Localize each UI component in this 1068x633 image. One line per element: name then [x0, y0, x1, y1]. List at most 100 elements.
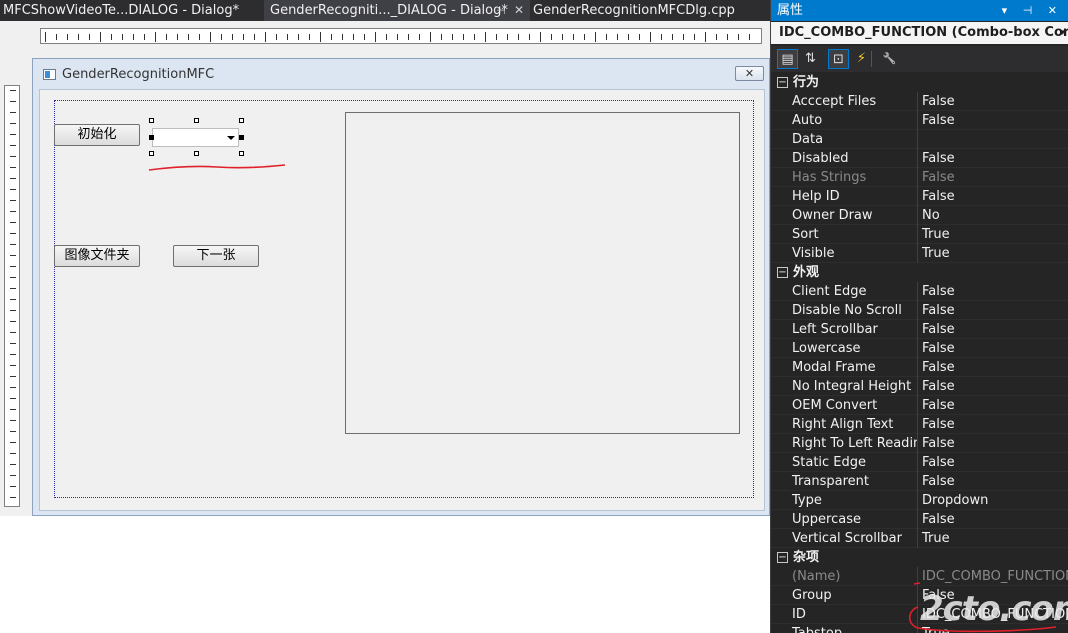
property-value[interactable]: False: [919, 453, 1068, 472]
wrench-icon[interactable]: 🔧: [879, 49, 900, 69]
property-name: Type: [791, 491, 918, 510]
selection-handle[interactable]: [194, 118, 199, 123]
property-row[interactable]: Vertical Scrollbar True: [771, 529, 1068, 548]
dialog-app-icon: [43, 69, 56, 80]
property-name: Sort: [791, 225, 918, 244]
selection-handle[interactable]: [194, 151, 199, 156]
tab-mfcshowvideo-dialog[interactable]: MFCShowVideoTe...DIALOG - Dialog*: [0, 0, 264, 21]
property-value[interactable]: True: [919, 244, 1068, 263]
dialog-close-button[interactable]: ✕: [735, 66, 764, 81]
property-value[interactable]: False: [919, 320, 1068, 339]
property-value[interactable]: True: [919, 529, 1068, 548]
property-row[interactable]: Acccept Files False: [771, 92, 1068, 111]
property-row[interactable]: Disable No Scroll False: [771, 301, 1068, 320]
property-value[interactable]: False: [919, 92, 1068, 111]
property-row[interactable]: Auto False: [771, 111, 1068, 130]
property-category[interactable]: − 外观: [771, 263, 1068, 282]
tab-genderrecognition-dialog[interactable]: GenderRecogniti..._DIALOG - Dialog* ⊣ ✕: [264, 0, 530, 21]
function-combobox[interactable]: [152, 128, 239, 147]
property-row[interactable]: Transparent False: [771, 472, 1068, 491]
init-button[interactable]: 初始化: [54, 124, 140, 146]
vertical-ruler[interactable]: [4, 85, 20, 507]
alphabetical-icon[interactable]: ⇅: [800, 49, 821, 69]
property-name: Static Edge: [791, 453, 918, 472]
property-value[interactable]: False: [919, 377, 1068, 396]
property-value[interactable]: False: [919, 472, 1068, 491]
property-category[interactable]: − 杂项: [771, 548, 1068, 567]
properties-icon[interactable]: ⊡: [828, 49, 849, 69]
selection-handle[interactable]: [239, 135, 244, 140]
collapse-icon[interactable]: −: [777, 77, 788, 88]
property-value[interactable]: False: [919, 301, 1068, 320]
property-row[interactable]: Right Align Text False: [771, 415, 1068, 434]
object-selector[interactable]: IDC_COMBO_FUNCTION (Combo-box Control ▾: [771, 22, 1068, 44]
image-folder-button[interactable]: 图像文件夹: [54, 245, 140, 267]
property-row[interactable]: Sort True: [771, 225, 1068, 244]
property-row[interactable]: Visible True: [771, 244, 1068, 263]
property-name: Group: [791, 586, 918, 605]
property-value[interactable]: False: [919, 111, 1068, 130]
property-category[interactable]: − 行为: [771, 73, 1068, 92]
property-row[interactable]: Data: [771, 130, 1068, 149]
selection-handle[interactable]: [239, 118, 244, 123]
property-value[interactable]: False: [919, 358, 1068, 377]
property-row[interactable]: Modal Frame False: [771, 358, 1068, 377]
property-row[interactable]: Left Scrollbar False: [771, 320, 1068, 339]
dialog-preview[interactable]: GenderRecognitionMFC ✕ 初始化 图像文件夹 下一张: [32, 58, 770, 516]
selection-handle[interactable]: [149, 118, 154, 123]
picture-control[interactable]: [345, 112, 740, 434]
property-value[interactable]: False: [919, 149, 1068, 168]
property-name: Client Edge: [791, 282, 918, 301]
property-row[interactable]: Lowercase False: [771, 339, 1068, 358]
property-name: Vertical Scrollbar: [791, 529, 918, 548]
events-icon[interactable]: ⚡: [851, 49, 872, 69]
property-row[interactable]: Has Strings False: [771, 168, 1068, 187]
chevron-down-icon[interactable]: ▾: [1060, 22, 1065, 44]
ruler-major-ticks: [45, 29, 757, 43]
property-row[interactable]: Owner Draw No: [771, 206, 1068, 225]
property-value[interactable]: False: [919, 168, 1068, 187]
tab-genderrecognitionmfcdlg-cpp[interactable]: GenderRecognitionMFCDlg.cpp: [530, 0, 770, 21]
property-value[interactable]: False: [919, 415, 1068, 434]
pin-icon[interactable]: ⊣: [496, 0, 506, 21]
property-row[interactable]: Type Dropdown: [771, 491, 1068, 510]
categorized-icon[interactable]: ▤: [777, 49, 798, 69]
property-value[interactable]: Dropdown: [919, 491, 1068, 510]
property-row[interactable]: Uppercase False: [771, 510, 1068, 529]
property-name: Uppercase: [791, 510, 918, 529]
horizontal-ruler[interactable]: [40, 28, 762, 44]
collapse-icon[interactable]: −: [777, 267, 788, 278]
property-row[interactable]: Help ID False: [771, 187, 1068, 206]
property-value[interactable]: True: [919, 225, 1068, 244]
property-row[interactable]: Right To Left Reading False: [771, 434, 1068, 453]
selection-handle[interactable]: [239, 151, 244, 156]
property-value[interactable]: False: [919, 396, 1068, 415]
property-name: Right To Left Reading: [792, 434, 918, 453]
selection-handle[interactable]: [149, 151, 154, 156]
property-row[interactable]: Client Edge False: [771, 282, 1068, 301]
property-value[interactable]: False: [919, 282, 1068, 301]
red-circle-annotation: [908, 582, 1057, 633]
property-value[interactable]: False: [919, 187, 1068, 206]
collapse-icon[interactable]: −: [777, 552, 788, 563]
panel-window-controls[interactable]: ▾ ⊣ ✕: [1002, 0, 1063, 21]
properties-title-bar: 属性 ▾ ⊣ ✕: [771, 0, 1068, 21]
property-row[interactable]: No Integral Height False: [771, 377, 1068, 396]
property-value[interactable]: [919, 130, 1068, 149]
property-value[interactable]: False: [919, 339, 1068, 358]
property-value[interactable]: False: [919, 434, 1068, 453]
property-row[interactable]: Disabled False: [771, 149, 1068, 168]
property-name: Transparent: [791, 472, 918, 491]
category-label: 外观: [793, 265, 820, 280]
property-value[interactable]: No: [919, 206, 1068, 225]
dialog-client-area[interactable]: 初始化 图像文件夹 下一张: [39, 89, 765, 511]
property-name: Disabled: [791, 149, 918, 168]
category-label: 杂项: [793, 550, 820, 565]
next-image-button[interactable]: 下一张: [173, 245, 259, 267]
close-icon[interactable]: ✕: [514, 0, 524, 21]
property-row[interactable]: Static Edge False: [771, 453, 1068, 472]
property-value[interactable]: False: [919, 510, 1068, 529]
property-row[interactable]: OEM Convert False: [771, 396, 1068, 415]
property-name: Left Scrollbar: [791, 320, 918, 339]
selection-handle[interactable]: [149, 135, 154, 140]
